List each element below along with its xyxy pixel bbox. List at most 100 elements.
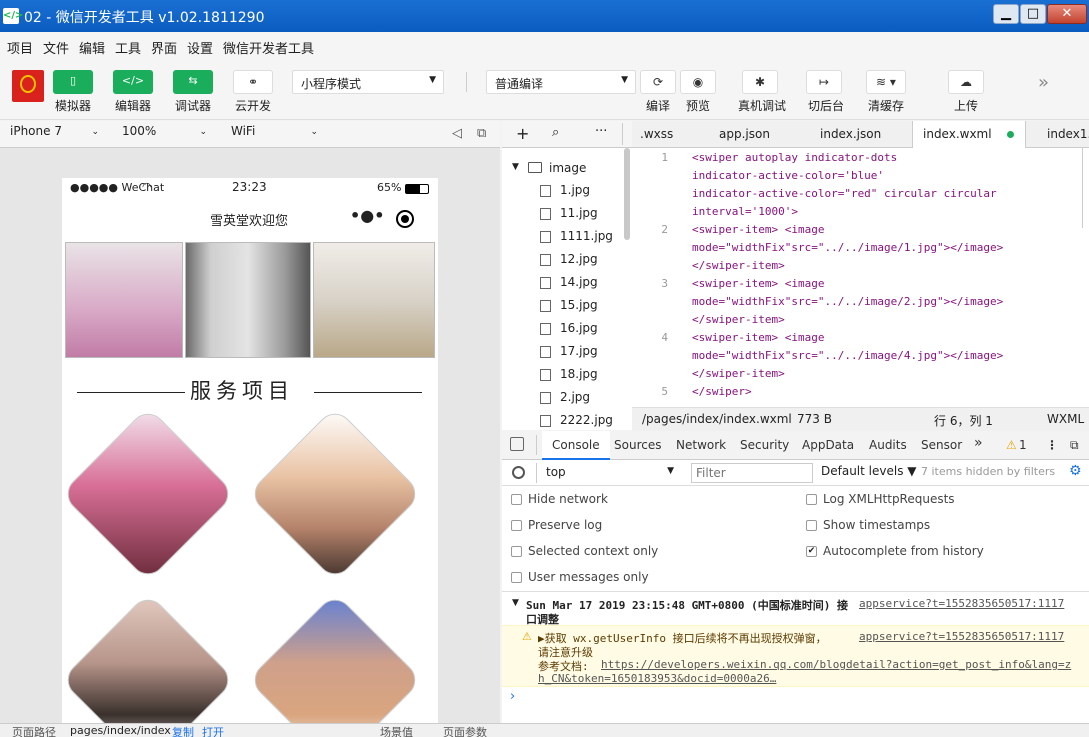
tab-security[interactable]: Security: [740, 438, 789, 452]
preserve-log-label[interactable]: Preserve log: [528, 518, 602, 532]
tab-wxss[interactable]: .wxss: [630, 121, 683, 148]
tab-index-wxml[interactable]: index.wxml: [912, 121, 1026, 148]
tree-file[interactable]: 18.jpg: [560, 367, 598, 381]
log-xhr-checkbox[interactable]: [806, 494, 817, 505]
remote-debug-label[interactable]: 真机调试: [738, 97, 786, 114]
selected-context-label[interactable]: Selected context only: [528, 544, 658, 558]
bug-icon[interactable]: ✱: [742, 70, 778, 94]
debugger-icon[interactable]: ⇆: [173, 70, 213, 94]
tree-file[interactable]: 15.jpg: [560, 298, 598, 312]
menu-file[interactable]: 文件: [43, 38, 69, 57]
zoom-select[interactable]: 100% ⌄: [122, 124, 214, 146]
log-xhr-label[interactable]: Log XMLHttpRequests: [823, 492, 955, 506]
params-label[interactable]: 页面参数: [443, 724, 487, 737]
mode-select[interactable]: 小程序模式 ▼: [292, 70, 444, 94]
tab-audits[interactable]: Audits: [869, 438, 907, 452]
user-messages-checkbox[interactable]: [511, 572, 522, 583]
service-image[interactable]: [247, 592, 423, 723]
autocomplete-label[interactable]: Autocomplete from history: [823, 544, 984, 558]
selected-context-checkbox[interactable]: [511, 546, 522, 557]
chevron-down-icon[interactable]: ▼: [512, 598, 519, 608]
avatar[interactable]: [12, 70, 44, 102]
menu-interface[interactable]: 界面: [151, 38, 177, 57]
warning-source-link[interactable]: appservice?t=1552835650517:1117: [859, 630, 1064, 643]
undock-icon[interactable]: ⧉: [1070, 438, 1079, 453]
switch-background-icon[interactable]: ↦: [806, 70, 842, 94]
swiper-image[interactable]: [65, 242, 183, 358]
tab-sensor[interactable]: Sensor: [921, 438, 962, 452]
refresh-icon[interactable]: ⟳: [640, 70, 676, 94]
upload-icon[interactable]: ☁: [948, 70, 984, 94]
inspect-icon[interactable]: [510, 437, 524, 451]
search-icon[interactable]: ⌕: [552, 125, 559, 140]
folder-name[interactable]: image: [549, 161, 586, 175]
editor-label[interactable]: 编辑器: [115, 97, 151, 114]
service-image[interactable]: [62, 406, 236, 582]
more-dots-icon[interactable]: •●•: [350, 206, 384, 225]
tab-sources[interactable]: Sources: [614, 438, 661, 452]
user-messages-label[interactable]: User messages only: [528, 570, 649, 584]
tree-file[interactable]: 14.jpg: [560, 275, 598, 289]
network-select[interactable]: WiFi ⌄: [231, 124, 325, 146]
compile-select[interactable]: 普通编译 ▼: [486, 70, 636, 94]
cloud-dev-label[interactable]: 云开发: [235, 97, 271, 114]
simulator-icon[interactable]: ▯: [53, 70, 93, 94]
service-image[interactable]: [247, 406, 423, 582]
tree-file[interactable]: 2222.jpg: [560, 413, 613, 427]
more-horizontal-icon[interactable]: ···: [595, 124, 607, 139]
copy-link[interactable]: 复制: [172, 724, 194, 737]
scrollbar[interactable]: [624, 148, 630, 240]
tab-console[interactable]: Console: [542, 431, 610, 460]
swiper-image[interactable]: [185, 242, 311, 358]
close-button[interactable]: ✕: [1047, 4, 1087, 24]
kebab-menu-icon[interactable]: ⋮: [1046, 438, 1058, 452]
tree-file[interactable]: 12.jpg: [560, 252, 598, 266]
tree-file[interactable]: 1.jpg: [560, 183, 590, 197]
filter-input[interactable]: [691, 463, 813, 483]
tab-index-json[interactable]: index.json: [810, 121, 891, 148]
autocomplete-checkbox[interactable]: ✔: [806, 546, 817, 557]
menu-edit[interactable]: 编辑: [79, 38, 105, 57]
device-model-select[interactable]: iPhone 7 ⌄: [10, 124, 106, 146]
layers-icon[interactable]: ≋ ▾: [866, 70, 906, 94]
close-circle-icon[interactable]: [396, 210, 414, 228]
popout-icon[interactable]: ⧉: [477, 126, 486, 141]
tab-index1[interactable]: index1.: [1037, 121, 1089, 148]
swiper-image[interactable]: [313, 242, 435, 358]
gear-icon[interactable]: ⚙: [1069, 463, 1082, 479]
preview-label[interactable]: 预览: [686, 97, 710, 114]
more-tabs-icon[interactable]: »: [974, 435, 983, 451]
service-image[interactable]: [62, 592, 236, 723]
timestamps-checkbox[interactable]: [806, 520, 817, 531]
tree-file[interactable]: 17.jpg: [560, 344, 598, 358]
chevron-down-icon[interactable]: ▼: [512, 162, 519, 172]
speaker-icon[interactable]: ◁: [452, 126, 462, 141]
tree-file[interactable]: 1111.jpg: [560, 229, 613, 243]
clear-console-icon[interactable]: [512, 466, 525, 479]
language-mode[interactable]: WXML: [1047, 412, 1084, 426]
tree-file[interactable]: 11.jpg: [560, 206, 598, 220]
doc-link[interactable]: https://developers.weixin.qq.com/blogdet…: [601, 658, 1071, 671]
timestamps-label[interactable]: Show timestamps: [823, 518, 930, 532]
scrollbar[interactable]: [1082, 148, 1083, 228]
preserve-log-checkbox[interactable]: [511, 520, 522, 531]
upload-label[interactable]: 上传: [954, 97, 978, 114]
menu-settings[interactable]: 设置: [187, 38, 213, 57]
cursor-position[interactable]: 行 6，列 1: [934, 412, 993, 429]
scene-label[interactable]: 场景值: [380, 724, 413, 737]
menu-tools[interactable]: 工具: [115, 38, 141, 57]
code-editor[interactable]: 1 <swiper autoplay indicator-dots indica…: [632, 148, 1089, 407]
menu-wechat-devtools[interactable]: 微信开发者工具: [223, 38, 314, 57]
more-icon[interactable]: »: [1038, 72, 1049, 93]
tab-appdata[interactable]: AppData: [802, 438, 854, 452]
eye-icon[interactable]: ◉: [680, 70, 716, 94]
tab-app-json[interactable]: app.json: [709, 121, 780, 148]
context-select[interactable]: top ▼: [542, 463, 678, 483]
editor-icon[interactable]: </>: [113, 70, 153, 94]
hide-network-checkbox[interactable]: [511, 494, 522, 505]
doc-link-cont[interactable]: h_CN&token=1650183953&docid=0000a26…: [538, 672, 776, 685]
hide-network-label[interactable]: Hide network: [528, 492, 608, 506]
backend-label[interactable]: 切后台: [808, 97, 844, 114]
compile-label[interactable]: 编译: [646, 97, 670, 114]
tab-network[interactable]: Network: [676, 438, 726, 452]
